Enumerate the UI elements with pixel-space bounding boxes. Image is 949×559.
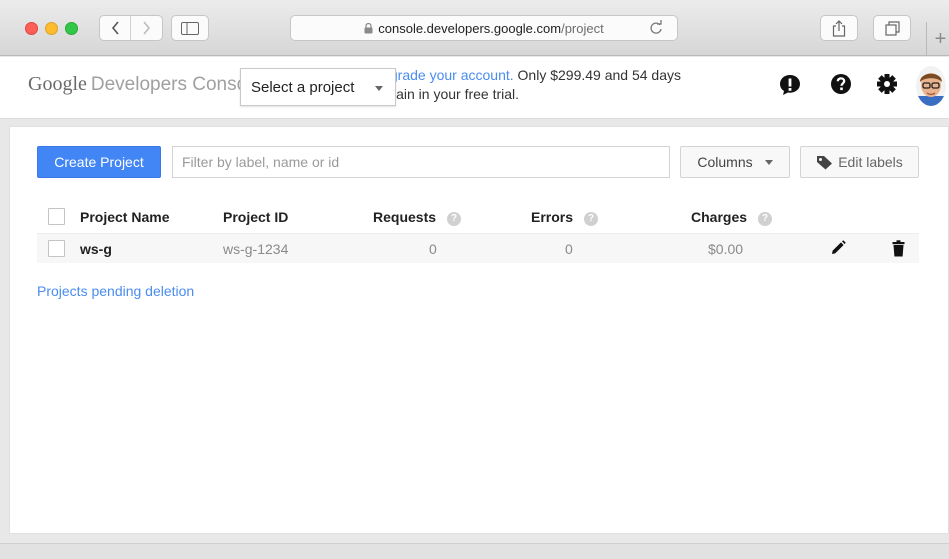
row-checkbox[interactable] [48,240,65,257]
url-host: console.developers.google.com [378,20,562,36]
project-select-dropdown[interactable]: Select a project [240,68,396,106]
table-row: ws-g ws-g-1234 0 0 $0.00 [37,233,919,263]
chevron-right-icon [143,21,151,35]
show-tabs-button[interactable] [873,15,911,41]
settings-button[interactable] [876,73,898,95]
feedback-button[interactable] [778,73,802,97]
projects-pending-deletion-link[interactable]: Projects pending deletion [37,283,194,299]
column-header-project-name[interactable]: Project Name [80,209,169,225]
help-icon [831,74,851,94]
help-icon[interactable]: ? [758,212,773,226]
filter-input[interactable] [172,146,670,178]
upgrade-text-line1: Only $299.49 and 54 days [513,67,681,83]
help-icon[interactable]: ? [584,212,599,226]
edit-labels-label: Edit labels [838,154,903,170]
zoom-window-button[interactable] [65,22,78,35]
create-project-button[interactable]: Create Project [37,146,161,178]
browser-status-bar [0,543,949,559]
column-header-requests-label[interactable]: Requests [373,209,436,225]
new-tab-button[interactable]: + [926,22,949,56]
edit-project-button[interactable] [830,240,846,256]
help-button[interactable] [830,73,852,95]
delete-icon [892,240,905,257]
columns-label: Columns [697,154,753,170]
requests-cell: 0 [429,241,437,257]
logo-google: Google [28,73,87,95]
table-header: Project Name Project ID Requests? Errors… [37,202,919,232]
feedback-icon [780,75,800,95]
sidebar-toggle-button[interactable] [171,15,209,41]
share-icon [832,19,846,37]
close-window-button[interactable] [25,22,38,35]
upgrade-notice: Upgrade your account. Only $299.49 and 5… [372,66,752,104]
sidebar-icon [181,21,199,35]
column-header-requests: Requests? [373,209,462,226]
project-select-label: Select a project [251,78,355,96]
charges-cell: $0.00 [708,241,744,257]
browser-toolbar: console.developers.google.com/project + [0,0,949,56]
settings-icon [877,74,897,94]
avatar-image [916,66,946,106]
project-name-cell[interactable]: ws-g [80,241,112,257]
console-logo[interactable]: Google Developers Console [28,73,248,96]
tabs-icon [884,20,900,36]
column-header-errors: Errors? [531,209,599,226]
column-header-charges: Charges? [691,209,773,226]
delete-project-button[interactable] [892,240,905,257]
tag-icon [816,155,833,170]
column-header-charges-label[interactable]: Charges [691,209,747,225]
errors-cell: 0 [565,241,573,257]
history-nav [99,15,163,41]
url-path: /project [561,20,604,36]
columns-button[interactable]: Columns [680,146,790,178]
address-bar[interactable]: console.developers.google.com/project [290,15,678,41]
help-icon[interactable]: ? [447,212,462,226]
project-id-cell: ws-g-1234 [223,241,289,257]
share-button[interactable] [820,15,858,41]
account-avatar[interactable] [916,66,946,106]
projects-panel [9,126,949,534]
lock-icon [364,22,373,34]
select-all-checkbox[interactable] [48,208,65,225]
minimize-window-button[interactable] [45,22,58,35]
logo-product: Developers Console [90,74,248,95]
edit-icon [832,240,846,254]
edit-labels-button[interactable]: Edit labels [800,146,919,178]
chevron-left-icon [111,21,119,35]
chevron-down-icon [764,159,773,165]
column-header-project-id[interactable]: Project ID [223,209,288,225]
console-header: Google Developers Console Upgrade your ac… [0,57,949,119]
forward-button[interactable] [131,16,162,40]
reload-icon[interactable] [649,20,663,35]
back-button[interactable] [100,16,131,40]
column-header-errors-label[interactable]: Errors [531,209,573,225]
chevron-down-icon [375,86,383,91]
